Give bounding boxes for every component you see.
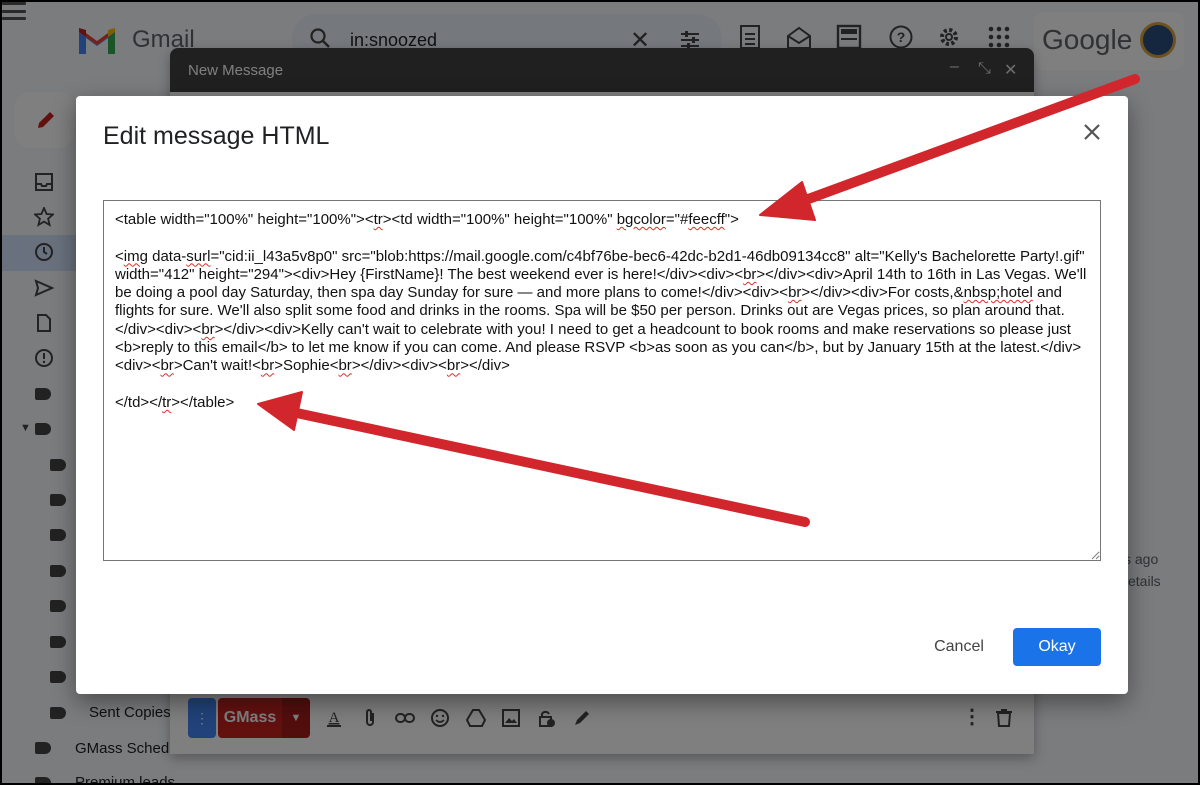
screenshot-frame: Gmail in:snoozed ✕ ? Google ▼ (0, 0, 1200, 785)
cancel-button[interactable]: Cancel (918, 628, 1000, 666)
close-icon[interactable] (1080, 120, 1104, 144)
edit-html-dialog: Edit message HTML <table width="100%" he… (76, 96, 1128, 694)
resize-handle-icon[interactable] (1090, 550, 1100, 560)
html-source-textarea[interactable]: <table width="100%" height="100%"><tr><t… (103, 200, 1101, 561)
okay-button[interactable]: Okay (1013, 628, 1101, 666)
dialog-title: Edit message HTML (103, 122, 330, 150)
